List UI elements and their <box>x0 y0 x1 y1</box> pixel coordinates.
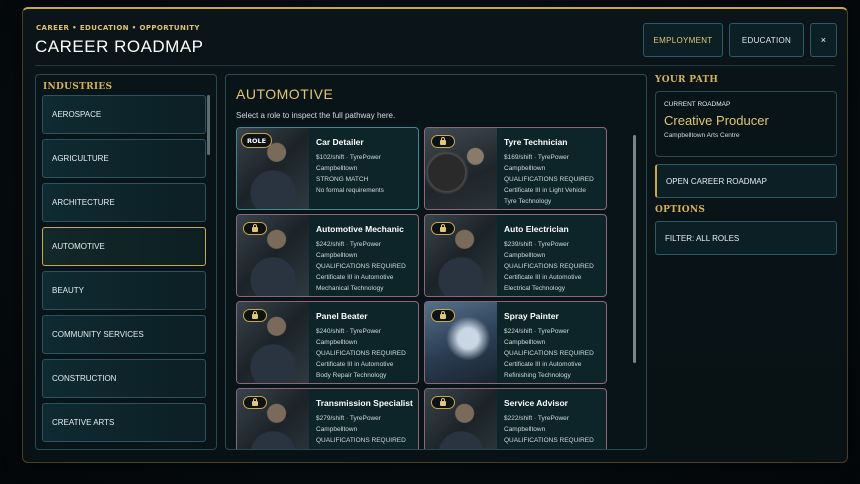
role-pay-employer: $240/shift · TyrePower <box>316 328 381 335</box>
industries-heading: INDUSTRIES <box>43 82 113 92</box>
role-requirement-cont: Electrical Technology <box>504 285 565 292</box>
role-requirement: Certificate III in Automotive <box>316 274 394 281</box>
lock-icon <box>431 135 455 148</box>
role-location: Campbelltown <box>316 165 358 172</box>
employment-button[interactable]: EMPLOYMENT <box>643 23 723 57</box>
breadcrumb: CAREER • EDUCATION • OPPORTUNITY <box>36 24 200 32</box>
role-card-panel-beater[interactable]: Panel Beater $240/shift · TyrePower Camp… <box>236 301 419 384</box>
role-status: QUALIFICATIONS REQUIRED <box>504 176 594 183</box>
current-roadmap-card: CURRENT ROADMAP Creative Producer Campbe… <box>655 91 837 157</box>
role-card-spray-painter[interactable]: Spray Painter $224/shift · TyrePower Cam… <box>424 301 607 384</box>
role-pay-employer: $169/shift · TyrePower <box>504 154 569 161</box>
lock-icon <box>243 222 267 235</box>
options-heading: OPTIONS <box>655 205 706 215</box>
role-card-tyre-technician[interactable]: Tyre Technician $169/shift · TyrePower C… <box>424 127 607 210</box>
roles-scrollbar[interactable] <box>633 135 636 363</box>
role-title: Service Advisor <box>504 398 568 408</box>
role-pay-employer: $222/shift · TyrePower <box>504 415 569 422</box>
role-pay-employer: $279/shift · TyrePower <box>316 415 381 422</box>
close-button[interactable]: × <box>810 23 837 57</box>
role-title: Automotive Mechanic <box>316 224 404 234</box>
role-requirement-cont: Mechanical Technology <box>316 285 384 292</box>
industries-scrollbar[interactable] <box>207 95 210 155</box>
role-card-transmission-specialist[interactable]: Transmission Specialist $279/shift · Tyr… <box>236 388 419 449</box>
role-requirement: Certificate III in Automotive <box>504 361 582 368</box>
current-roadmap-label: CURRENT ROADMAP <box>664 101 731 108</box>
role-status: STRONG MATCH <box>316 176 369 183</box>
role-status: QUALIFICATIONS REQUIRED <box>316 350 406 357</box>
your-path-heading: YOUR PATH <box>655 75 719 85</box>
career-roadmap-window: CAREER • EDUCATION • OPPORTUNITY CAREER … <box>22 7 848 463</box>
role-location: Campbelltown <box>504 252 546 259</box>
role-pay-employer: $224/shift · TyrePower <box>504 328 569 335</box>
lock-icon <box>431 309 455 322</box>
role-status: QUALIFICATIONS REQUIRED <box>316 437 406 444</box>
lock-icon <box>243 309 267 322</box>
industries-panel: INDUSTRIES AEROSPACE AGRICULTURE ARCHITE… <box>35 74 217 450</box>
role-requirement-cont: Body Repair Technology <box>316 372 387 379</box>
role-requirement-cont: Tyre Technology <box>504 198 552 205</box>
close-icon: × <box>820 35 827 45</box>
role-location: Campbelltown <box>504 339 546 346</box>
role-location: Campbelltown <box>316 252 358 259</box>
open-career-roadmap-button[interactable]: OPEN CAREER ROADMAP <box>655 164 837 198</box>
role-pay-employer: $242/shift · TyrePower <box>316 241 381 248</box>
current-roadmap-value: Creative Producer <box>664 113 769 128</box>
role-card-service-advisor[interactable]: Service Advisor $222/shift · TyrePower C… <box>424 388 607 449</box>
role-title: Transmission Specialist <box>316 398 413 408</box>
industry-item-automotive[interactable]: AUTOMOTIVE <box>42 227 206 266</box>
role-title: Tyre Technician <box>504 137 568 147</box>
industry-item-architecture[interactable]: ARCHITECTURE <box>42 183 206 222</box>
role-card-auto-electrician[interactable]: Auto Electrician $239/shift · TyrePower … <box>424 214 607 297</box>
roles-grid: ROLE Car Detailer $102/shift · TyrePower… <box>236 127 608 449</box>
lock-icon <box>431 222 455 235</box>
role-title: Panel Beater <box>316 311 368 321</box>
role-location: Campbelltown <box>504 165 546 172</box>
role-status: QUALIFICATIONS REQUIRED <box>504 437 594 444</box>
industry-item-construction[interactable]: CONSTRUCTION <box>42 359 206 398</box>
role-location: Campbelltown <box>504 426 546 433</box>
industries-list: AEROSPACE AGRICULTURE ARCHITECTURE AUTOM… <box>42 95 206 443</box>
page-title: CAREER ROADMAP <box>35 37 204 56</box>
lock-icon <box>431 396 455 409</box>
role-requirement: Certificate III in Light Vehicle <box>504 187 587 194</box>
header-divider <box>35 65 835 66</box>
role-card-car-detailer[interactable]: ROLE Car Detailer $102/shift · TyrePower… <box>236 127 419 210</box>
role-pay-employer: $102/shift · TyrePower <box>316 154 381 161</box>
role-status: QUALIFICATIONS REQUIRED <box>504 350 594 357</box>
roles-panel: AUTOMOTIVE Select a role to inspect the … <box>225 74 647 450</box>
role-title: Auto Electrician <box>504 224 569 234</box>
industry-item-creative-arts[interactable]: CREATIVE ARTS <box>42 403 206 442</box>
industry-item-community-services[interactable]: COMMUNITY SERVICES <box>42 315 206 354</box>
role-title: Car Detailer <box>316 137 364 147</box>
role-requirement: Certificate III in Automotive <box>504 274 582 281</box>
industry-item-aerospace[interactable]: AEROSPACE <box>42 95 206 134</box>
filter-roles-button[interactable]: FILTER: ALL ROLES <box>655 221 837 255</box>
role-requirement-cont: Refinishing Technology <box>504 372 571 379</box>
education-button[interactable]: EDUCATION <box>729 23 804 57</box>
role-badge: ROLE <box>241 133 273 148</box>
lock-icon <box>243 396 267 409</box>
industry-item-agriculture[interactable]: AGRICULTURE <box>42 139 206 178</box>
role-pay-employer: $239/shift · TyrePower <box>504 241 569 248</box>
industry-title: AUTOMOTIVE <box>236 86 334 102</box>
role-requirement: No formal requirements <box>316 187 384 194</box>
role-requirement: Certificate III in Automotive <box>316 361 394 368</box>
role-card-automotive-mechanic[interactable]: Automotive Mechanic $242/shift · TyrePow… <box>236 214 419 297</box>
current-roadmap-employer: Campbelltown Arts Centre <box>664 132 740 139</box>
industry-item-beauty[interactable]: BEAUTY <box>42 271 206 310</box>
role-location: Campbelltown <box>316 426 358 433</box>
industry-subtitle: Select a role to inspect the full pathwa… <box>236 111 396 120</box>
role-status: QUALIFICATIONS REQUIRED <box>504 263 594 270</box>
role-location: Campbelltown <box>316 339 358 346</box>
role-title: Spray Painter <box>504 311 559 321</box>
role-status: QUALIFICATIONS REQUIRED <box>316 263 406 270</box>
